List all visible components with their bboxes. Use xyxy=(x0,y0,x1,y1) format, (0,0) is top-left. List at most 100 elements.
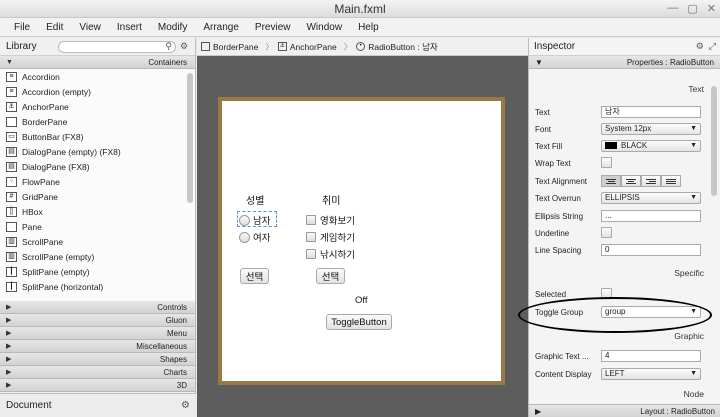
checkbox-movie[interactable]: 영화보기 xyxy=(306,213,355,227)
align-right-button[interactable] xyxy=(641,175,661,187)
ellipsis-string-field[interactable]: ... xyxy=(601,210,701,222)
accordion-icon: ≡ xyxy=(6,86,17,97)
font-prop-label: Font xyxy=(535,125,552,134)
list-item[interactable]: ▥ ScrollPane xyxy=(0,234,195,249)
graphic-section-label: Graphic xyxy=(674,331,704,341)
list-item[interactable]: ≡ Accordion xyxy=(0,69,195,84)
gear-icon[interactable]: ⚙ xyxy=(181,400,190,411)
list-item[interactable]: Pane xyxy=(0,219,195,234)
line-spacing-field[interactable]: 0 xyxy=(601,244,701,256)
maximize-button[interactable]: ▢ xyxy=(687,2,697,15)
close-button[interactable]: ✕ xyxy=(707,2,716,15)
radio-icon: • xyxy=(356,42,366,51)
breadcrumb-radiobutton[interactable]: • RadioButton : 남자 xyxy=(356,41,441,53)
menu-modify[interactable]: Modify xyxy=(152,22,193,33)
list-item[interactable]: ┃ SplitPane (empty) xyxy=(0,264,195,279)
checkbox-fishing[interactable]: 낚시하기 xyxy=(306,247,355,261)
chevron-down-icon: ▼ xyxy=(690,194,697,201)
align-center-button[interactable] xyxy=(621,175,641,187)
breadcrumb-borderpane[interactable]: BorderPane xyxy=(201,42,261,52)
radio-male[interactable]: 남자 xyxy=(239,213,270,227)
collapsed-icon: ▶ xyxy=(535,406,542,416)
list-item[interactable]: ▥ ScrollPane (empty) xyxy=(0,249,195,264)
list-item[interactable]: ▭ ButtonBar (FX8) xyxy=(0,129,195,144)
menu-view[interactable]: View xyxy=(73,22,107,33)
gluon-section-header[interactable]: ▶ Gluon xyxy=(0,314,195,327)
underline-checkbox[interactable] xyxy=(601,227,612,238)
ellipsis-string-prop-label: Ellipsis String xyxy=(535,212,584,221)
toggle-button[interactable]: ToggleButton xyxy=(326,314,392,330)
inspector-title: Inspector xyxy=(534,41,576,52)
radio-circle xyxy=(239,231,250,243)
layout-section-header[interactable]: ▶ Layout : RadioButton xyxy=(529,404,720,417)
list-item[interactable]: ▤ DialogPane (FX8) xyxy=(0,159,195,174)
anchor-icon: ⚓ xyxy=(277,42,287,51)
list-item[interactable]: ║ HBox xyxy=(0,204,195,219)
hobby-label: 취미 xyxy=(322,196,341,207)
list-item[interactable]: ⚓ AnchorPane xyxy=(0,99,195,114)
canvas-area: BorderPane 〉 ⚓ AnchorPane 〉 • RadioButton … xyxy=(197,38,528,417)
selected-checkbox[interactable] xyxy=(601,288,612,299)
toggle-group-combo[interactable]: group ▼ xyxy=(601,306,701,318)
collapsed-icon: ▶ xyxy=(6,382,12,389)
gear-icon[interactable]: ⚙ xyxy=(696,41,704,52)
menu-window[interactable]: Window xyxy=(300,22,348,33)
list-item[interactable]: BorderPane xyxy=(0,114,195,129)
text-alignment-group xyxy=(601,175,681,187)
select-button-gender[interactable]: 선택 xyxy=(240,268,269,284)
text-overrun-dropdown[interactable]: ELLIPSIS ▼ xyxy=(601,192,701,204)
align-justify-button[interactable] xyxy=(661,175,681,187)
design-stage[interactable]: 성별 취미 남자 여자 영화보기 게임하기 낚시하기 선택 선택 Off Tog… xyxy=(218,97,505,385)
flow-icon: ⁘ xyxy=(6,176,17,187)
charts-section-header[interactable]: ▶ Charts xyxy=(0,366,195,379)
menu-preview[interactable]: Preview xyxy=(249,22,297,33)
chevron-down-icon: ▼ xyxy=(690,308,697,315)
dialog-icon: ▤ xyxy=(6,146,17,157)
collapsed-icon: ▶ xyxy=(6,330,12,337)
list-item[interactable]: ▤ DialogPane (empty) (FX8) xyxy=(0,144,195,159)
align-left-button[interactable] xyxy=(601,175,621,187)
menu-edit[interactable]: Edit xyxy=(40,22,69,33)
menu-help[interactable]: Help xyxy=(352,22,385,33)
3d-section-header[interactable]: ▶ 3D xyxy=(0,379,195,392)
list-item[interactable]: ≡ Accordion (empty) xyxy=(0,84,195,99)
menu-arrange[interactable]: Arrange xyxy=(197,22,245,33)
properties-section-header[interactable]: ▼ Properties : RadioButton xyxy=(529,56,720,69)
breadcrumb-anchorpane[interactable]: ⚓ AnchorPane xyxy=(277,42,340,52)
library-search-input[interactable]: ⚲ xyxy=(58,41,176,53)
list-item[interactable]: ┃ SplitPane (horizontal) xyxy=(0,279,195,294)
checkbox-game[interactable]: 게임하기 xyxy=(306,230,355,244)
menu-file[interactable]: File xyxy=(8,22,36,33)
scroll-icon: ▥ xyxy=(6,251,17,262)
toggle-state-label: Off xyxy=(355,295,368,306)
gear-icon[interactable]: ⚙ xyxy=(180,41,188,52)
font-dropdown[interactable]: System 12px ▼ xyxy=(601,123,701,135)
graphic-text-gap-prop-label: Graphic Text ... xyxy=(535,352,589,361)
radio-female[interactable]: 여자 xyxy=(239,230,270,244)
expand-icon[interactable]: ⤢ xyxy=(709,41,716,52)
content-display-dropdown[interactable]: LEFT ▼ xyxy=(601,368,701,380)
color-swatch xyxy=(605,142,617,150)
inspector-scrollbar[interactable] xyxy=(711,86,717,196)
dialog-icon: ▤ xyxy=(6,161,17,172)
node-section-label: Node xyxy=(683,389,704,399)
select-button-hobby[interactable]: 선택 xyxy=(316,268,345,284)
list-item[interactable]: ⁘ FlowPane xyxy=(0,174,195,189)
controls-section-header[interactable]: ▶ Controls xyxy=(0,301,195,314)
containers-section-header[interactable]: ▼ Containers xyxy=(0,56,195,69)
document-panel-header[interactable]: Document ⚙ xyxy=(0,393,196,417)
pane-icon xyxy=(6,116,17,127)
toggle-group-prop-label: Toggle Group xyxy=(535,308,584,317)
graphic-text-gap-field[interactable]: 4 xyxy=(601,350,701,362)
miscellaneous-section-header[interactable]: ▶ Miscellaneous xyxy=(0,340,195,353)
menu-section-header[interactable]: ▶ Menu xyxy=(0,327,195,340)
library-scrollbar[interactable] xyxy=(187,73,193,203)
menu-insert[interactable]: Insert xyxy=(111,22,148,33)
list-item[interactable]: # GridPane xyxy=(0,189,195,204)
text-fill-dropdown[interactable]: BLACK ▼ xyxy=(601,140,701,152)
text-field[interactable]: 남자 xyxy=(601,106,701,118)
wrap-text-checkbox[interactable] xyxy=(601,157,612,168)
shapes-section-header[interactable]: ▶ Shapes xyxy=(0,353,195,366)
minimize-button[interactable]: — xyxy=(667,2,678,15)
checkbox-square xyxy=(306,232,316,242)
